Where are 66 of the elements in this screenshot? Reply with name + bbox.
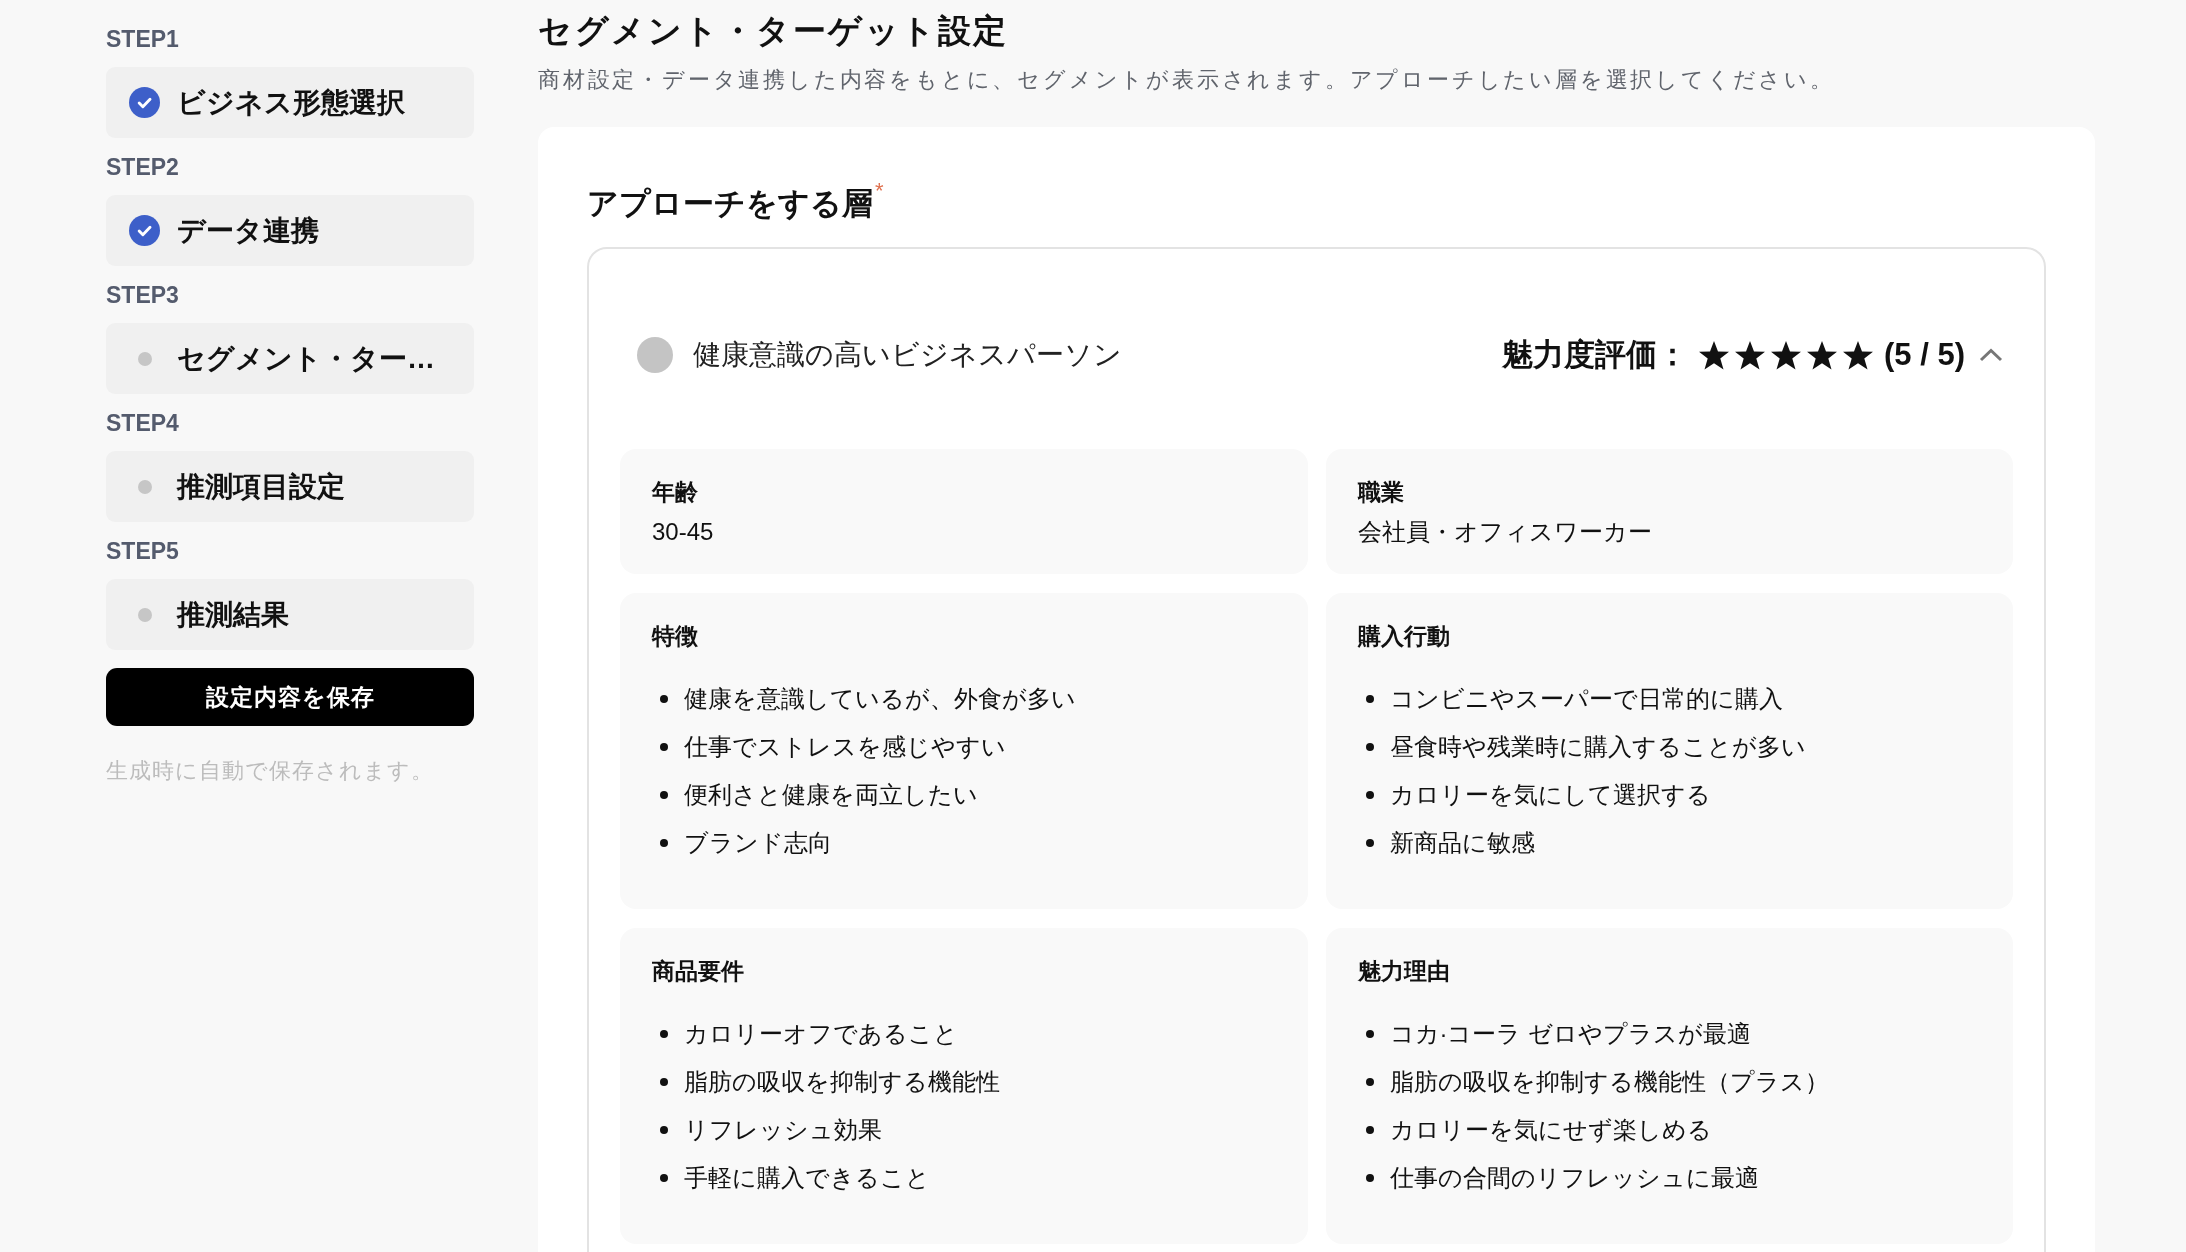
- bullet-icon: [660, 1030, 668, 1038]
- list-item: 脂肪の吸収を抑制する機能性: [684, 1067, 1000, 1097]
- required-mark: *: [875, 180, 884, 202]
- card-value: 30-45: [652, 517, 715, 547]
- list-item: カロリーオフであること: [684, 1019, 958, 1049]
- list-item: カロリーを気にせず楽しめる: [1389, 1115, 1712, 1145]
- list-item: 仕事でストレスを感じやすい: [684, 732, 1006, 762]
- list-item: 脂肪の吸収を抑制する機能性（プラス）: [1389, 1067, 1829, 1097]
- step-item[interactable]: データ連携: [106, 195, 474, 266]
- step-item[interactable]: 推測項目設定: [106, 451, 474, 522]
- rating-label: 魅力度評価：: [1502, 336, 1689, 374]
- list-item: コカ·コーラ ゼロやプラスが最適: [1389, 1019, 1752, 1049]
- card-title: 職業: [1357, 478, 1405, 507]
- step-label: STEP1: [106, 25, 179, 54]
- list-item: コンビニやスーパーで日常的に購入: [1389, 684, 1783, 714]
- step-item[interactable]: セグメント・ター…: [106, 323, 474, 394]
- save-button[interactable]: 設定内容を保存: [106, 668, 474, 726]
- bullet-icon: [660, 1126, 668, 1134]
- bullet-icon: [1365, 1030, 1374, 1038]
- field-label: アプローチをする層: [587, 185, 873, 223]
- step-label: STEP2: [106, 153, 179, 182]
- bullet-icon: [1365, 1126, 1374, 1134]
- star-icon: [1806, 339, 1839, 371]
- bullet-icon: [660, 1078, 668, 1086]
- list-item: 仕事の合間のリフレッシュに最適: [1389, 1163, 1759, 1193]
- card-title: 魅力理由: [1357, 957, 1451, 986]
- card-title: 年齢: [652, 478, 699, 507]
- step-item[interactable]: ビジネス形態選択: [106, 67, 474, 138]
- bullet-icon: [660, 791, 668, 799]
- chevron-up-icon[interactable]: [1979, 348, 2003, 362]
- card-title: 特徴: [652, 622, 699, 651]
- card-title: 購入行動: [1357, 622, 1451, 651]
- card-value: 会社員・オフィスワーカー: [1357, 517, 1653, 547]
- segment-name: 健康意識の高いビジネスパーソン: [693, 338, 1122, 372]
- card-title: 商品要件: [652, 957, 745, 986]
- star-icon: [1842, 339, 1875, 371]
- step-item[interactable]: 推測結果: [106, 579, 474, 650]
- star-icon: [1770, 339, 1803, 371]
- list-item: 昼食時や残業時に購入することが多い: [1389, 732, 1806, 762]
- star-icon: [1698, 339, 1731, 371]
- bullet-icon: [1365, 1078, 1374, 1086]
- bullet-icon: [1365, 743, 1374, 751]
- page-title: セグメント・ターゲット設定: [538, 11, 1009, 51]
- hint-text: 生成時に自動で保存されます。: [106, 757, 434, 785]
- list-item: リフレッシュ効果: [684, 1115, 882, 1145]
- bullet-icon: [660, 839, 668, 847]
- bullet-icon: [1365, 839, 1374, 847]
- bullet-icon: [1365, 791, 1374, 799]
- page-description: 商材設定・データ連携した内容をもとに、セグメントが表示されます。アプローチしたい層を選択してください。: [538, 66, 1835, 94]
- bullet-icon: [660, 695, 668, 703]
- list-item: 健康を意識しているが、外食が多い: [684, 684, 1076, 714]
- step-label: STEP4: [106, 409, 179, 438]
- list-item: 手軽に購入できること: [684, 1163, 930, 1193]
- star-icon: [1734, 339, 1767, 371]
- bullet-icon: [660, 1174, 668, 1182]
- step-label: STEP5: [106, 537, 179, 566]
- list-item: ブランド志向: [684, 828, 832, 858]
- bullet-icon: [1365, 695, 1374, 703]
- step-label: STEP3: [106, 281, 179, 310]
- rating-score: (5 / 5): [1884, 337, 1965, 373]
- bullet-icon: [1365, 1174, 1374, 1182]
- radio-button[interactable]: [637, 337, 673, 373]
- list-item: 新商品に敏感: [1389, 828, 1535, 858]
- bullet-icon: [660, 743, 668, 751]
- list-item: 便利さと健康を両立したい: [684, 780, 978, 810]
- list-item: カロリーを気にして選択する: [1389, 780, 1711, 810]
